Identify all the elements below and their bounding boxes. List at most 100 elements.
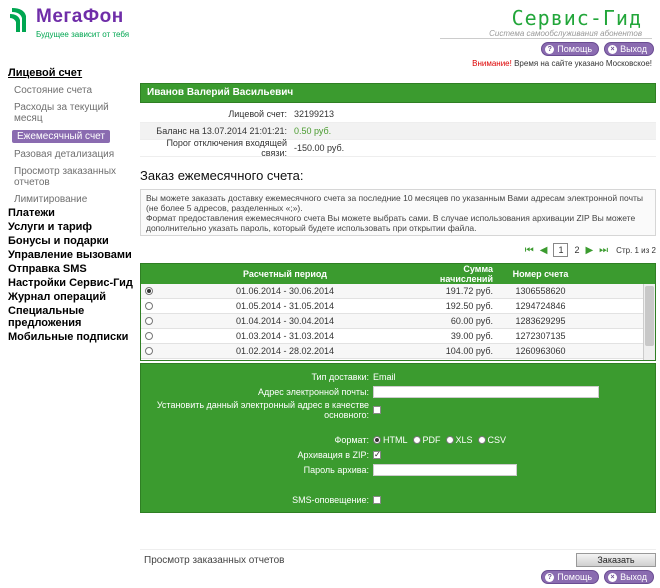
first-page-icon[interactable]: ⏮: [525, 245, 534, 256]
description-para-1: Вы можете заказать доставку ежемесячного…: [146, 193, 644, 213]
radio[interactable]: [145, 317, 153, 325]
help-button[interactable]: ? Помощь: [541, 42, 600, 56]
exit-label: Выход: [620, 572, 647, 582]
default-email-checkbox[interactable]: [373, 406, 381, 414]
ordered-reports-link[interactable]: Просмотр заказанных отчетов: [140, 555, 285, 566]
format-csv-label: CSV: [487, 435, 507, 445]
row-sum: 39.00 руб.: [450, 331, 493, 341]
default-email-row: Установить данный электронный адрес в ка…: [141, 400, 381, 420]
sidebar-item-account-status[interactable]: Состояние счета: [14, 85, 138, 96]
sidebar-item-limits[interactable]: Лимитирование: [14, 194, 138, 205]
page-link-2[interactable]: 2: [574, 245, 579, 255]
notice-warning: Внимание!: [472, 59, 512, 68]
help-icon: ?: [545, 44, 555, 54]
notice-text: Время на сайте указано Московское!: [514, 59, 652, 68]
row-period: 01.05.2014 - 31.05.2014: [235, 301, 335, 311]
info-label: Баланс на 13.07.2014 21:01:21:: [156, 126, 287, 136]
next-page-icon[interactable]: ▶: [585, 245, 593, 256]
table-row[interactable]: 01.06.2014 - 30.06.2014 191.72 руб. 1306…: [141, 284, 643, 299]
exit-label: Выход: [620, 44, 647, 54]
radio[interactable]: [145, 302, 153, 310]
default-email-label: Установить данный электронный адрес в ка…: [156, 400, 369, 420]
info-row: Лицевой счет: 32199213: [140, 106, 656, 123]
radio[interactable]: [145, 332, 153, 340]
sidebar-item-bonuses[interactable]: Бонусы и подарки: [8, 235, 138, 247]
delivery-type-row: Тип доставки: Email: [141, 372, 396, 382]
prev-page-icon[interactable]: ◀: [540, 245, 548, 256]
row-sum: 191.72 руб.: [445, 286, 493, 296]
table-scrollbar[interactable]: [643, 284, 655, 360]
sidebar-item-monthly-bill[interactable]: Ежемесячный счет: [12, 130, 110, 143]
password-row: Пароль архива:: [141, 464, 517, 476]
format-html-radio[interactable]: [373, 436, 381, 444]
radio-selected[interactable]: [145, 287, 153, 295]
header-period: Расчетный период: [243, 269, 327, 279]
table-header: Расчетный период Сумма начислений Номер …: [141, 264, 655, 284]
email-row: Адрес электронной почты:: [141, 386, 599, 398]
table-body: 01.06.2014 - 30.06.2014 191.72 руб. 1306…: [141, 284, 643, 360]
help-label: Помощь: [557, 44, 593, 54]
exit-button[interactable]: × Выход: [604, 42, 654, 56]
help-icon: ?: [545, 572, 555, 582]
table-row[interactable]: 01.03.2014 - 31.03.2014 39.00 руб. 12723…: [141, 329, 643, 344]
row-radio[interactable]: [141, 332, 157, 340]
order-button[interactable]: Заказать: [576, 553, 656, 567]
sidebar-item-journal[interactable]: Журнал операций: [8, 291, 138, 303]
help-button-bottom[interactable]: ? Помощь: [541, 570, 600, 584]
row-radio[interactable]: [141, 317, 157, 325]
sidebar-item-account[interactable]: Лицевой счет: [8, 67, 138, 79]
row-radio[interactable]: [141, 302, 157, 310]
format-pdf-radio[interactable]: [412, 436, 421, 444]
sms-checkbox[interactable]: [373, 496, 381, 504]
sidebar-item-detail[interactable]: Разовая детализация: [14, 149, 138, 160]
megafon-logo[interactable]: МегаФон Будущее зависит от тебя: [6, 4, 156, 40]
sidebar-item-offers[interactable]: Специальные предложения: [8, 305, 138, 329]
email-field[interactable]: [373, 386, 599, 398]
sidebar-item-payments[interactable]: Платежи: [8, 207, 138, 219]
last-page-icon[interactable]: ⏭: [599, 245, 608, 256]
exit-button-bottom[interactable]: × Выход: [604, 570, 654, 584]
info-value: -150.00 руб.: [294, 143, 345, 153]
bottom-buttons: ? Помощь × Выход: [541, 570, 654, 584]
password-label: Пароль архива:: [303, 465, 369, 475]
radio[interactable]: [145, 347, 153, 355]
subscriber-name: Иванов Валерий Васильевич: [140, 83, 656, 103]
main-content: Иванов Валерий Васильевич Лицевой счет: …: [140, 83, 656, 513]
sidebar-item-services[interactable]: Услуги и тариф: [8, 221, 138, 233]
sms-row: SMS-оповещение:: [141, 495, 381, 505]
format-xls-radio[interactable]: [445, 436, 454, 444]
sidebar-item-sms[interactable]: Отправка SMS: [8, 263, 138, 275]
brand-subtitle: Система самообслуживания абонентов: [489, 29, 642, 38]
description-para-2: Формат предоставления ежемесячного счета…: [146, 213, 636, 233]
help-label: Помощь: [557, 572, 593, 582]
sidebar-item-call-management[interactable]: Управление вызовами: [8, 249, 138, 261]
row-number: 1272307135: [515, 331, 566, 341]
logo-text: МегаФон: [36, 6, 124, 27]
account-info: Лицевой счет: 32199213 Баланс на 13.07.2…: [140, 106, 656, 158]
delivery-form: Тип доставки: Email Адрес электронной по…: [140, 363, 656, 513]
row-radio[interactable]: [141, 347, 157, 355]
zip-row: Архивация в ZIP:: [141, 450, 381, 460]
format-row: Формат: HTML PDF XLS CSV: [141, 435, 511, 445]
logo-tagline: Будущее зависит от тебя: [36, 30, 130, 39]
archive-password-field[interactable]: [373, 464, 517, 476]
time-notice: Внимание! Время на сайте указано Московс…: [472, 59, 652, 68]
zip-checkbox[interactable]: [373, 450, 381, 459]
sidebar-item-current-expenses[interactable]: Расходы за текущий месяц: [14, 102, 138, 124]
sidebar-item-ordered-reports[interactable]: Просмотр заказанных отчетов: [14, 166, 138, 188]
delivery-value: Email: [373, 372, 396, 382]
sidebar-item-subscriptions[interactable]: Мобильные подписки: [8, 331, 138, 343]
row-number: 1260963060: [515, 346, 566, 356]
format-csv-radio[interactable]: [477, 436, 486, 444]
row-number: 1294724846: [515, 301, 566, 311]
account-submenu: Состояние счета Расходы за текущий месяц…: [8, 79, 138, 205]
sidebar-item-settings[interactable]: Настройки Сервис-Гид: [8, 277, 138, 289]
row-radio[interactable]: [141, 287, 157, 295]
email-label: Адрес электронной почты:: [257, 387, 369, 397]
table-row[interactable]: 01.02.2014 - 28.02.2014 104.00 руб. 1260…: [141, 344, 643, 359]
scrollbar-thumb[interactable]: [645, 286, 654, 346]
delivery-label: Тип доставки:: [311, 372, 369, 382]
table-row[interactable]: 01.04.2014 - 30.04.2014 60.00 руб. 12836…: [141, 314, 643, 329]
format-xls-label: XLS: [455, 435, 473, 445]
table-row[interactable]: 01.05.2014 - 31.05.2014 192.50 руб. 1294…: [141, 299, 643, 314]
